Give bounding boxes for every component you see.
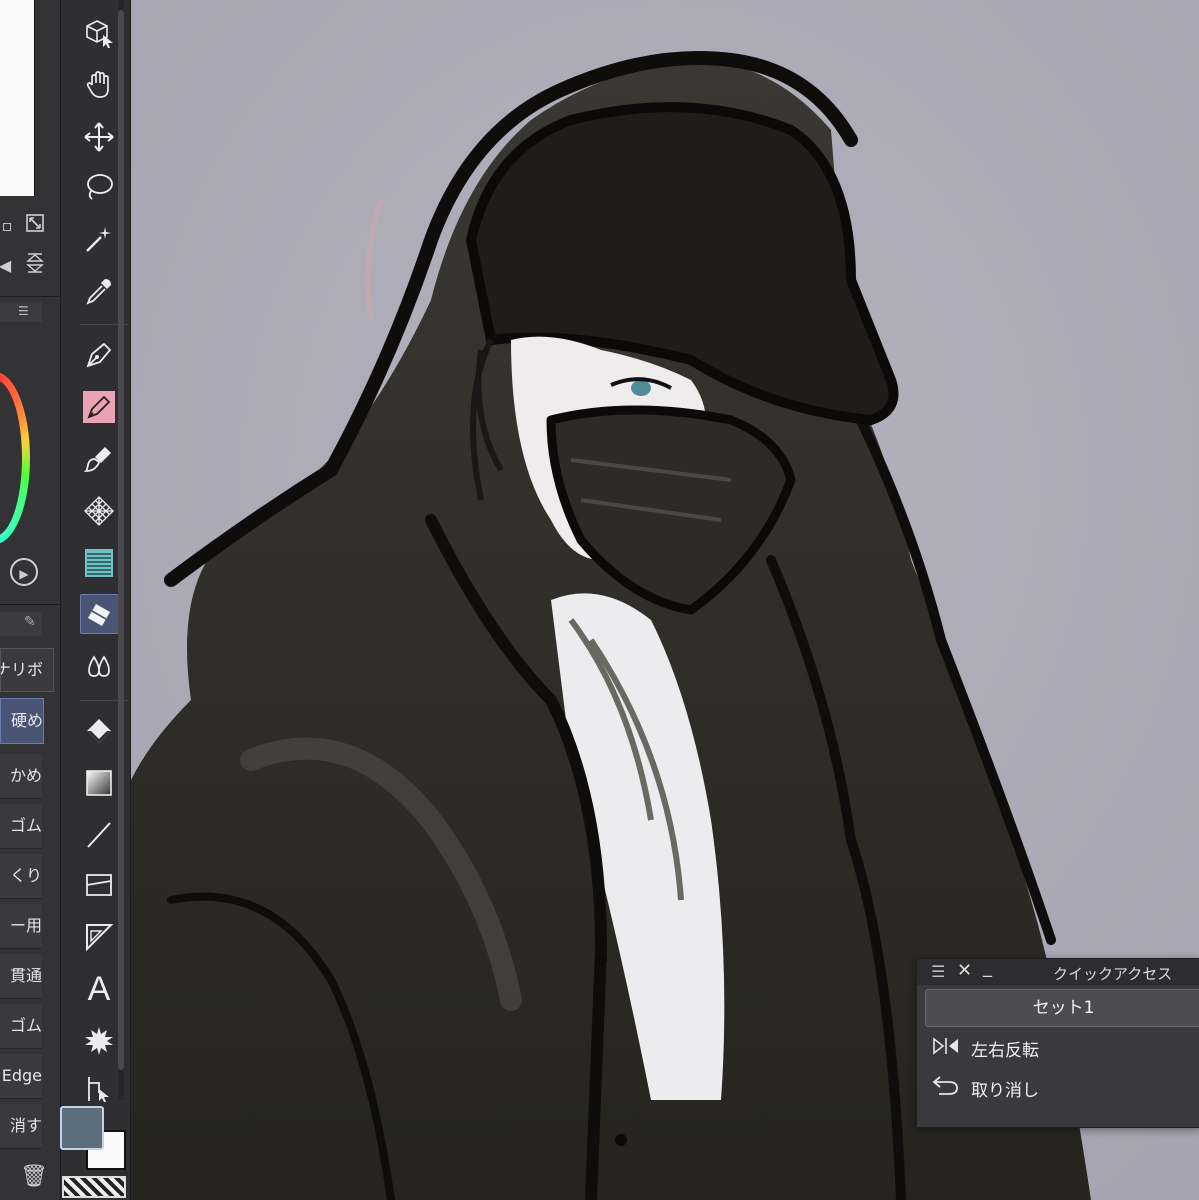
gradient-tool-icon[interactable] bbox=[80, 764, 118, 802]
flip-vertical-icon[interactable] bbox=[24, 252, 46, 274]
figure-line-icon[interactable] bbox=[80, 816, 118, 854]
sub-tool-4[interactable]: ー用 bbox=[0, 904, 42, 949]
eyedropper-icon[interactable] bbox=[80, 272, 118, 310]
fill-tool-icon[interactable] bbox=[80, 712, 118, 750]
operation-tool-icon[interactable] bbox=[80, 14, 118, 52]
color-wheel[interactable] bbox=[0, 372, 30, 544]
sub-tool-0[interactable]: 硬め bbox=[0, 698, 44, 744]
text-tool-icon[interactable]: A bbox=[80, 970, 118, 1008]
frame-border-icon[interactable] bbox=[80, 866, 118, 904]
sub-tool-2[interactable]: ゴム bbox=[0, 804, 42, 849]
move-layer-icon[interactable] bbox=[80, 118, 118, 156]
sub-tool-7[interactable]: Edge bbox=[0, 1054, 42, 1099]
lasso-selection-icon[interactable] bbox=[80, 168, 118, 206]
toolbar-scroll-thumb[interactable] bbox=[118, 10, 124, 1070]
quick-access-set-selector[interactable]: セット1 bbox=[925, 989, 1199, 1027]
balloon-tool-icon[interactable] bbox=[80, 1022, 118, 1060]
quick-access-title-bar[interactable]: ☰ ✕ _ クイックアクセス bbox=[917, 957, 1199, 985]
flip-horizontal-label: 左右反転 bbox=[971, 1041, 1039, 1061]
foreground-color-swatch[interactable] bbox=[60, 1106, 104, 1150]
flip-horizontal-icon bbox=[929, 1033, 963, 1069]
brush-settings-icon[interactable]: ✎ bbox=[24, 614, 42, 634]
close-icon[interactable]: ✕ bbox=[957, 960, 972, 981]
pen-tool-icon[interactable] bbox=[80, 336, 118, 374]
color-settings-icon[interactable]: ☰ bbox=[18, 304, 40, 320]
toolbar: A bbox=[62, 0, 131, 1200]
menu-icon[interactable]: ☰ bbox=[931, 962, 945, 981]
fit-screen-icon[interactable] bbox=[24, 212, 46, 234]
transparent-color-chip[interactable] bbox=[62, 1176, 126, 1198]
sub-tool-8[interactable]: 消す bbox=[0, 1104, 42, 1149]
sub-tool-group-tab[interactable]: ナリボ bbox=[0, 648, 54, 692]
ruler-tool-icon[interactable] bbox=[80, 918, 118, 956]
pencil-tool-icon[interactable] bbox=[80, 388, 118, 426]
undo-button[interactable]: 取り消し bbox=[925, 1073, 1199, 1109]
text-tool-glyph: A bbox=[87, 969, 111, 1008]
quick-access-title: クイックアクセス bbox=[1053, 965, 1173, 983]
sub-tool-5[interactable]: 貫通 bbox=[0, 954, 42, 999]
correct-line-icon[interactable] bbox=[80, 1070, 118, 1108]
eraser-tool-icon[interactable] bbox=[80, 594, 120, 634]
play-icon[interactable]: ▶ bbox=[10, 558, 38, 586]
auto-select-wand-icon[interactable] bbox=[80, 220, 118, 258]
flip-left-icon[interactable]: ◀ bbox=[0, 254, 16, 276]
brush-tool-icon[interactable] bbox=[80, 440, 118, 478]
blend-tool-icon[interactable] bbox=[80, 648, 118, 686]
sub-tool-1[interactable]: かめ bbox=[0, 754, 42, 799]
trash-icon[interactable]: 🗑 bbox=[20, 1164, 48, 1189]
sub-tool-6[interactable]: ゴム bbox=[0, 1004, 42, 1049]
sub-tool-3[interactable]: くり bbox=[0, 854, 42, 899]
navigator-preview[interactable] bbox=[0, 0, 35, 196]
undo-icon bbox=[929, 1073, 963, 1110]
flip-horizontal-button[interactable]: 左右反転 bbox=[925, 1033, 1199, 1069]
decoration-tool-icon[interactable] bbox=[80, 544, 118, 582]
quick-access-panel: ☰ ✕ _ クイックアクセス セット1 左右反転 取り消し bbox=[916, 957, 1199, 1128]
hand-tool-icon[interactable] bbox=[80, 66, 118, 104]
left-panel: ▫ ◀ ☰ ▶ ✎ ナリボ 硬め かめ ゴム くり ー用 貫通 ゴム Edge … bbox=[0, 0, 61, 1200]
airbrush-decoration-icon[interactable] bbox=[80, 492, 118, 530]
minimize-icon[interactable]: _ bbox=[983, 957, 992, 978]
undo-label: 取り消し bbox=[971, 1081, 1039, 1101]
rotate-icon[interactable]: ▫ bbox=[0, 214, 18, 236]
